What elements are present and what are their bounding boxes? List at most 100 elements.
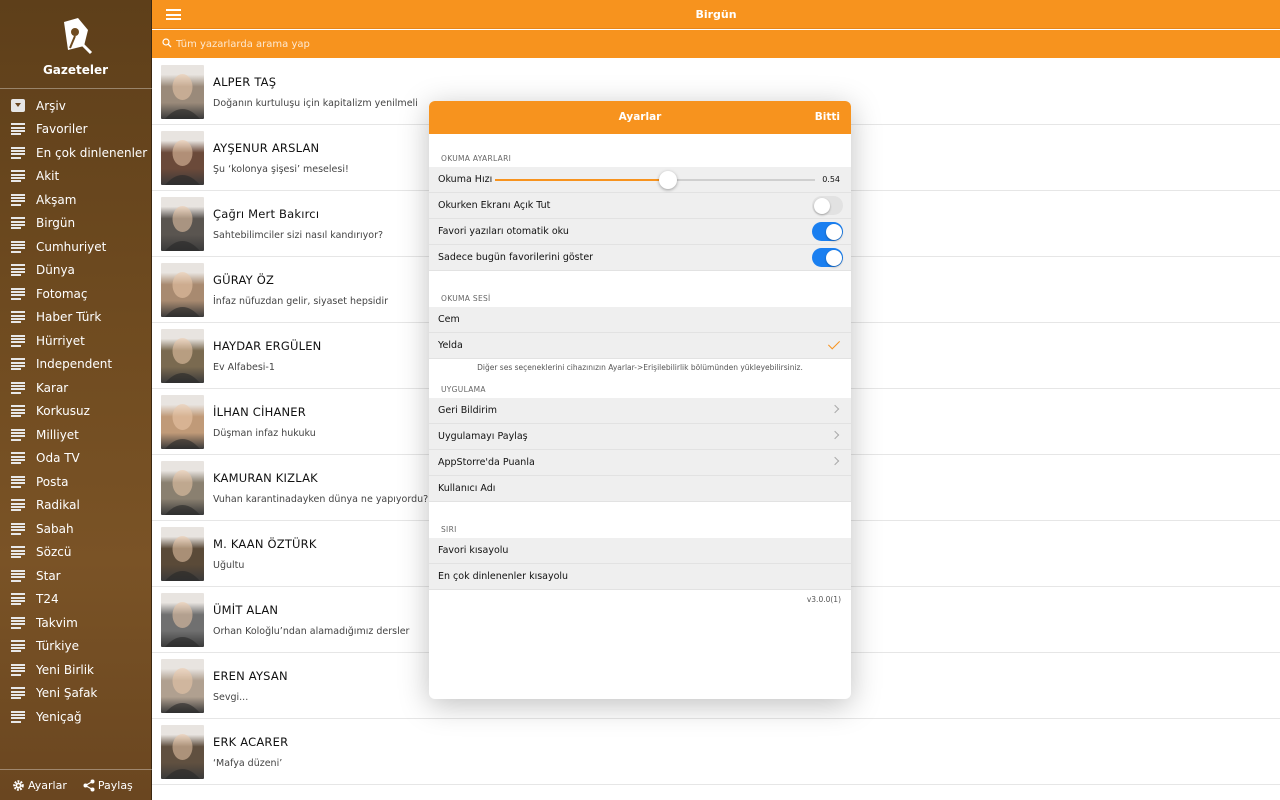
slider-thumb[interactable] [658,171,677,189]
voice-option-cem[interactable]: Cem [429,307,851,333]
list-icon [11,593,25,606]
list-item[interactable]: ERK ACARER ‘Mafya düzeni’ [152,719,1280,785]
done-button[interactable]: Bitti [815,111,840,123]
settings-header: Ayarlar Bitti [429,101,851,134]
article-headline: Uğultu [213,560,245,571]
page-title: Birgün [695,8,737,21]
list-icon [11,452,25,465]
sidebar-item-label: Favoriler [36,122,88,137]
sidebar-item-milliyet[interactable]: Milliyet [0,423,152,447]
sidebar-item-cumhuriyet[interactable]: Cumhuriyet [0,235,152,259]
sidebar-item-akit[interactable]: Akit [0,165,152,189]
share-icon [83,779,95,791]
sidebar-footer: Ayarlar Paylaş [0,776,152,794]
article-headline: Vuhan karantinadayken dünya ne yapıyordu… [213,494,429,505]
sidebar-item-arşiv[interactable]: Arşiv [0,94,152,118]
sidebar-item-fotomaç[interactable]: Fotomaç [0,282,152,306]
sidebar-item-dünya[interactable]: Dünya [0,259,152,283]
screen-on-label: Okurken Ekranı Açık Tut [438,199,551,211]
sidebar-item-yeni-birlik[interactable]: Yeni Birlik [0,658,152,682]
top-listened-shortcut-row[interactable]: En çok dinlenenler kısayolu [429,564,851,590]
list-icon [11,569,25,582]
sidebar-item-favoriler[interactable]: Favoriler [0,118,152,142]
sidebar-item-label: T24 [36,592,59,607]
chevron-right-icon [830,430,840,440]
sidebar-item-radikal[interactable]: Radikal [0,494,152,518]
sidebar-item-label: Arşiv [36,98,66,113]
today-only-toggle[interactable] [812,248,843,267]
author-name: GÜRAY ÖZ [213,273,275,287]
feedback-label: Geri Bildirim [438,404,498,416]
sidebar-item-sözcü[interactable]: Sözcü [0,541,152,565]
sidebar-item-label: Cumhuriyet [36,239,107,254]
section-label-voice: OKUMA SESİ [441,294,491,303]
sidebar-item-hürriyet[interactable]: Hürriyet [0,329,152,353]
sidebar-item-t24[interactable]: T24 [0,588,152,612]
share-app-row[interactable]: Uygulamayı Paylaş [429,424,851,450]
sidebar-item-türkiye[interactable]: Türkiye [0,635,152,659]
auto-read-row: Favori yazıları otomatik oku [429,219,851,245]
share-button[interactable]: Paylaş [67,776,133,794]
search-input[interactable] [162,36,662,52]
list-icon [11,522,25,535]
sidebar-item-label: Star [36,568,61,583]
sidebar-item-birgün[interactable]: Birgün [0,212,152,236]
rate-app-label: AppStorre'da Puanla [438,456,535,468]
auto-read-toggle[interactable] [812,222,843,241]
sidebar-item-akşam[interactable]: Akşam [0,188,152,212]
sidebar-item-label: Korkusuz [36,404,90,419]
author-avatar [161,395,204,449]
sidebar-item-posta[interactable]: Posta [0,470,152,494]
sidebar-item-label: Yeni Şafak [36,686,98,701]
reading-speed-value: 0.54 [822,175,840,184]
sidebar-item-label: Yeniçağ [36,709,82,724]
article-headline: Sahtebilimciler sizi nasıl kandırıyor? [213,230,384,241]
sidebar-item-independent[interactable]: Independent [0,353,152,377]
sidebar-item-korkusuz[interactable]: Korkusuz [0,400,152,424]
sidebar-item-takvim[interactable]: Takvim [0,611,152,635]
article-headline: İnfaz nüfuzdan gelir, siyaset hepsidir [213,296,389,307]
sidebar-item-sabah[interactable]: Sabah [0,517,152,541]
article-headline: Şu ‘kolonya şişesi’ meselesi! [213,164,349,175]
sidebar-item-label: Independent [36,357,113,372]
rate-app-row[interactable]: AppStorre'da Puanla [429,450,851,476]
list-icon [11,428,25,441]
list-icon [11,240,25,253]
sidebar-item-label: Hürriyet [36,333,85,348]
author-avatar [161,527,204,581]
list-icon [11,499,25,512]
author-avatar [161,197,204,251]
favorite-shortcut-row[interactable]: Favori kısayolu [429,538,851,564]
sidebar-item-en-çok-dinlenenler[interactable]: En çok dinlenenler [0,141,152,165]
archive-icon [11,99,25,113]
screen-on-toggle[interactable] [812,196,843,215]
sidebar-item-yeniçağ[interactable]: Yeniçağ [0,705,152,729]
author-avatar [161,65,204,119]
voice-option-yelda[interactable]: Yelda [429,333,851,359]
author-avatar [161,131,204,185]
reading-speed-slider[interactable] [495,171,815,189]
author-name: KAMURAN KIZLAK [213,471,318,485]
author-avatar [161,263,204,317]
sidebar-item-haber-türk[interactable]: Haber Türk [0,306,152,330]
slider-fill [495,179,668,181]
list-icon [11,405,25,418]
list-icon [11,687,25,700]
app-name: Gazeteler [42,63,109,77]
username-row[interactable]: Kullanıcı Adı [429,476,851,502]
top-bar: Birgün [152,0,1280,29]
sidebar-item-label: Takvim [36,615,78,630]
author-avatar [161,725,204,779]
author-avatar [161,461,204,515]
sidebar-item-label: Radikal [36,498,80,513]
sidebar-item-label: Dünya [36,263,75,278]
author-name: İLHAN CİHANER [213,405,306,419]
section-label-app: UYGULAMA [441,385,486,394]
settings-button[interactable]: Ayarlar [0,776,67,794]
sidebar-item-star[interactable]: Star [0,564,152,588]
feedback-row[interactable]: Geri Bildirim [429,398,851,424]
sidebar-item-yeni-şafak[interactable]: Yeni Şafak [0,682,152,706]
sidebar-item-oda-tv[interactable]: Oda TV [0,447,152,471]
sidebar-item-label: Oda TV [36,451,80,466]
sidebar-item-karar[interactable]: Karar [0,376,152,400]
